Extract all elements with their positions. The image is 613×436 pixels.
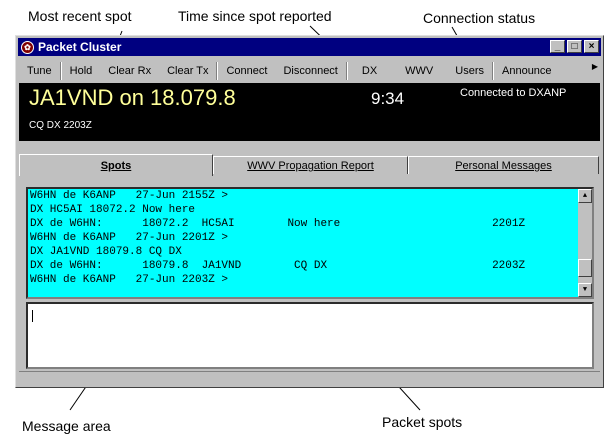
connect-button[interactable]: Connect	[218, 62, 275, 80]
connection-status: Connected to DXANP	[460, 87, 567, 99]
list-item: DX de W6HN: 18072.2 HC5AI Now here 2201Z	[30, 218, 526, 230]
spot-display: JA1VND on 18.079.8 9:34 Connected to DXA…	[19, 83, 600, 141]
app-icon[interactable]: ✿	[21, 40, 34, 54]
tab-wwv-label: WWV Propagation Report	[247, 160, 374, 172]
toolbar-overflow-icon[interactable]: ▶	[592, 62, 598, 71]
minimize-button[interactable]: _	[550, 40, 565, 53]
list-item: DX JA1VND 18079.8 CQ DX	[30, 246, 182, 258]
time-since-spot: 9:34	[371, 89, 405, 108]
callout-message-area: Message area	[22, 418, 111, 434]
callout-connection: Connection status	[423, 10, 536, 26]
close-button[interactable]: ×	[584, 40, 599, 53]
list-item: DX HC5AI 18072.2 Now here	[30, 204, 196, 216]
tab-strip: Spots WWV Propagation Report Personal Me…	[19, 154, 600, 176]
callout-packet-spots: Packet spots	[382, 414, 463, 430]
packet-cluster-window: ✿ Packet Cluster _ □ × Tune Hold Clear R…	[15, 35, 604, 388]
disconnect-button[interactable]: Disconnect	[275, 62, 345, 80]
window-title: Packet Cluster	[38, 40, 122, 54]
list-item: W6HN de K6ANP 27-Jun 2203Z >	[30, 274, 229, 286]
list-item: W6HN de K6ANP 27-Jun 2155Z >	[30, 190, 229, 202]
clear-tx-button[interactable]: Clear Tx	[159, 62, 216, 80]
tab-spots[interactable]: Spots	[19, 154, 213, 176]
packet-spots-pane[interactable]: W6HN de K6ANP 27-Jun 2155Z > DX HC5AI 18…	[26, 187, 594, 299]
title-bar[interactable]: ✿ Packet Cluster _ □ ×	[18, 38, 601, 56]
maximize-button[interactable]: □	[567, 40, 582, 53]
tab-personal-messages[interactable]: Personal Messages	[408, 156, 599, 174]
dx-button[interactable]: DX	[348, 62, 391, 80]
status-bar	[19, 371, 600, 384]
scroll-down-icon[interactable]: ▼	[578, 283, 592, 297]
tab-wwv[interactable]: WWV Propagation Report	[213, 156, 408, 174]
vertical-scrollbar[interactable]: ▲ ▼	[578, 189, 592, 297]
message-area[interactable]	[26, 302, 594, 369]
tab-spots-label: Spots	[100, 160, 132, 172]
list-item: W6HN de K6ANP 27-Jun 2201Z >	[30, 232, 229, 244]
tune-button[interactable]: Tune	[19, 62, 60, 80]
hold-button[interactable]: Hold	[62, 62, 101, 80]
toolbar: Tune Hold Clear Rx Clear Tx Connect Disc…	[19, 60, 600, 82]
users-button[interactable]: Users	[447, 62, 492, 80]
announce-button[interactable]: Announce	[494, 62, 560, 80]
list-item: DX de W6HN: 18079.8 JA1VND CQ DX 2203Z	[30, 260, 526, 272]
spot-comment: CQ DX 2203Z	[29, 120, 92, 131]
callout-most-recent: Most recent spot	[28, 8, 132, 24]
scroll-thumb[interactable]	[578, 259, 592, 277]
tab-personal-label: Personal Messages	[455, 160, 552, 172]
scroll-up-icon[interactable]: ▲	[578, 189, 592, 203]
wwv-button[interactable]: WWV	[391, 62, 447, 80]
callout-time-since: Time since spot reported	[178, 8, 332, 24]
clear-rx-button[interactable]: Clear Rx	[100, 62, 159, 80]
text-caret	[32, 310, 33, 322]
most-recent-spot: JA1VND on 18.079.8	[29, 85, 236, 110]
